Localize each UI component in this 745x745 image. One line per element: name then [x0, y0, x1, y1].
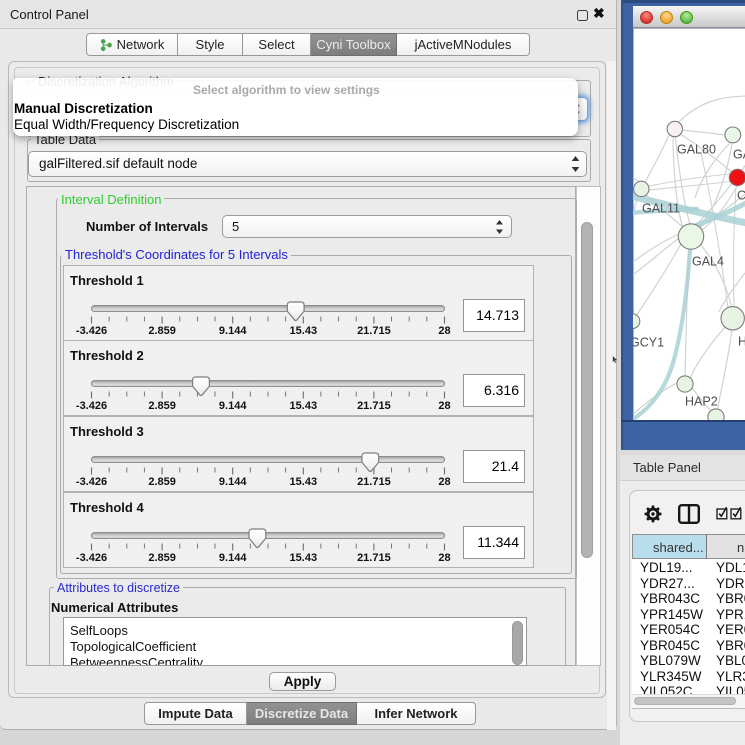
svg-text:9.144: 9.144 [219, 476, 247, 488]
svg-text:21.715: 21.715 [357, 476, 391, 488]
svg-text:28: 28 [438, 552, 450, 564]
svg-text:-3.426: -3.426 [76, 552, 107, 564]
svg-text:HAP2: HAP2 [685, 395, 718, 409]
svg-text:15.43: 15.43 [290, 325, 318, 337]
svg-text:21.715: 21.715 [357, 552, 391, 564]
svg-text:9.144: 9.144 [219, 325, 247, 337]
svg-text:15.43: 15.43 [290, 400, 318, 412]
svg-text:21.715: 21.715 [357, 325, 391, 337]
svg-text:GAL4: GAL4 [692, 255, 724, 269]
svg-text:-3.426: -3.426 [76, 325, 107, 337]
svg-text:-3.426: -3.426 [76, 476, 107, 488]
svg-text:2.859: 2.859 [148, 552, 176, 564]
svg-text:21.715: 21.715 [357, 400, 391, 412]
svg-text:-3.426: -3.426 [76, 400, 107, 412]
svg-text:2.859: 2.859 [148, 325, 176, 337]
svg-text:GAL11: GAL11 [642, 202, 680, 216]
svg-text:GAL80: GAL80 [677, 143, 716, 157]
svg-text:2.859: 2.859 [148, 476, 176, 488]
svg-text:15.43: 15.43 [290, 552, 318, 564]
svg-text:GAL: GAL [733, 148, 745, 162]
svg-text:9.144: 9.144 [219, 400, 247, 412]
svg-text:28: 28 [438, 325, 450, 337]
svg-text:GCY1: GCY1 [633, 336, 664, 350]
svg-text:28: 28 [438, 476, 450, 488]
svg-text:HI: HI [738, 335, 745, 349]
svg-text:15.43: 15.43 [290, 476, 318, 488]
svg-text:2.859: 2.859 [148, 400, 176, 412]
svg-text:CY: CY [737, 189, 745, 203]
svg-text:28: 28 [438, 400, 450, 412]
svg-text:9.144: 9.144 [219, 552, 247, 564]
